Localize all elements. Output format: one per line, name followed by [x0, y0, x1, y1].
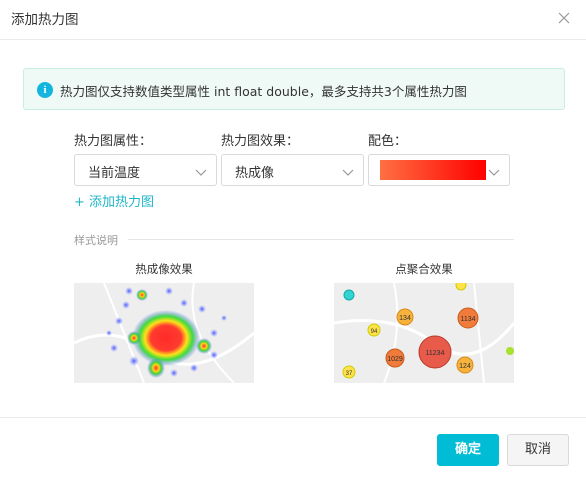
chevron-down-icon — [194, 164, 208, 178]
ok-button[interactable]: 确定 — [437, 434, 499, 466]
effect-select[interactable]: 热成像 — [221, 154, 364, 186]
style-section-label: 样式说明 — [74, 234, 118, 247]
close-icon[interactable] — [554, 8, 574, 28]
thermal-caption: 热成像效果 — [135, 262, 193, 276]
chevron-down-icon — [487, 164, 501, 178]
cancel-button[interactable]: 取消 — [507, 434, 569, 466]
cluster-count-134: 134 — [399, 315, 411, 322]
color-label: 配色： — [368, 134, 408, 149]
notice-text: 热力图仅支持数值类型属性 int float double，最多支持共3个属性热… — [60, 84, 467, 99]
cluster-count-37: 37 — [346, 371, 353, 377]
attribute-select-value: 当前温度 — [88, 166, 141, 181]
effect-select-value: 热成像 — [235, 166, 275, 181]
dialog-title: 添加热力图 — [11, 12, 79, 28]
cluster-caption: 点聚合效果 — [395, 262, 453, 276]
cluster-count-11234: 11234 — [426, 350, 445, 357]
attribute-select[interactable]: 当前温度 — [74, 154, 217, 186]
cluster-preview-image: 134 1134 94 1029 11234 124 37 — [334, 283, 514, 383]
cluster-count-124: 124 — [459, 363, 471, 370]
attribute-label: 热力图属性： — [74, 134, 153, 149]
color-select[interactable] — [368, 154, 510, 186]
color-gradient-swatch — [380, 160, 486, 180]
add-heatmap-link[interactable]: + 添加热力图 — [74, 191, 154, 210]
add-heatmap-dialog: 添加热力图 i 热力图仅支持数值类型属性 int float double，最多… — [0, 0, 586, 478]
effect-label: 热力图效果： — [221, 134, 300, 149]
cluster-count-1029: 1029 — [387, 356, 403, 363]
thermal-preview-image — [74, 283, 254, 383]
footer-divider — [0, 417, 586, 418]
cluster-count-94: 94 — [371, 329, 378, 335]
cluster-count-1134: 1134 — [460, 316, 475, 323]
chevron-down-icon — [341, 164, 355, 178]
info-notice: i 热力图仅支持数值类型属性 int float double，最多支持共3个属… — [23, 68, 565, 110]
divider — [128, 239, 514, 240]
dialog-header: 添加热力图 — [0, 0, 586, 40]
info-icon: i — [37, 82, 53, 98]
